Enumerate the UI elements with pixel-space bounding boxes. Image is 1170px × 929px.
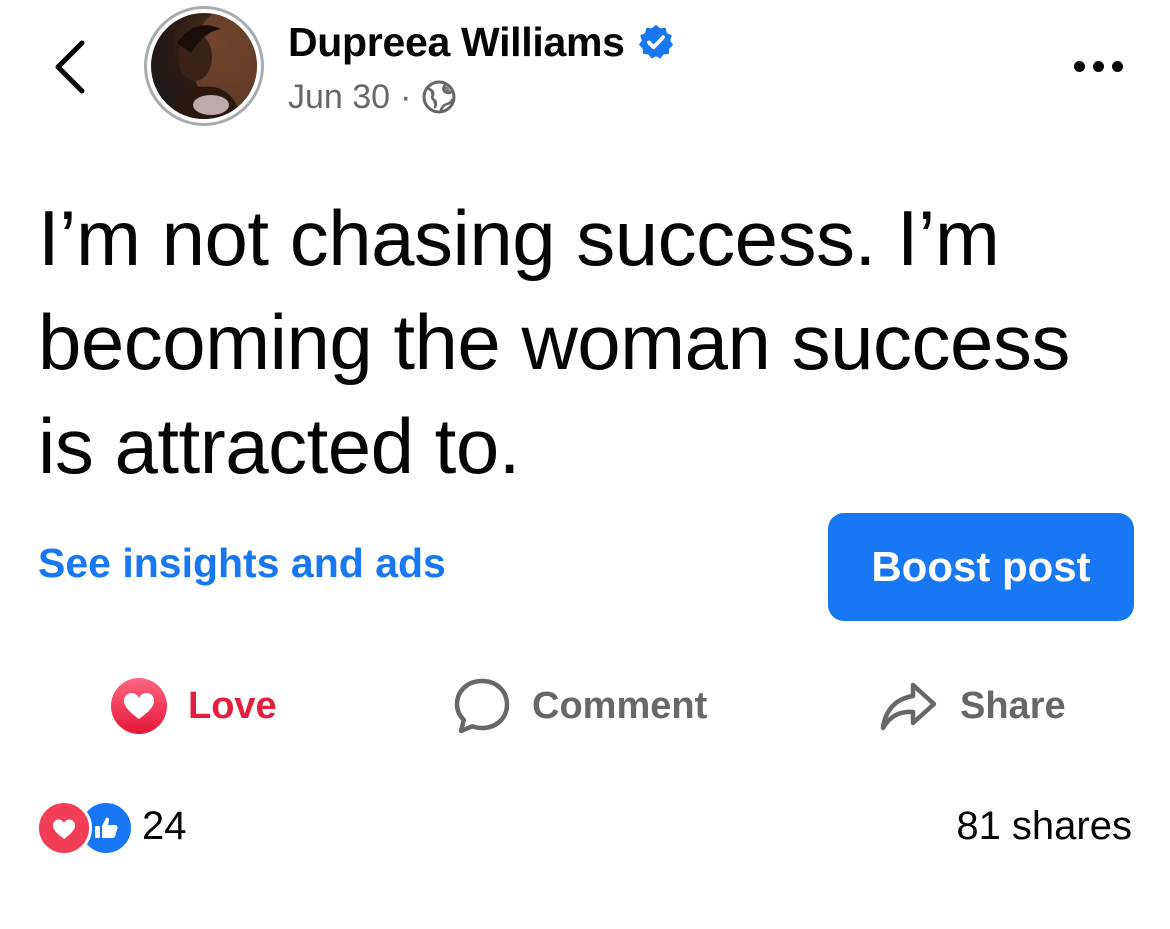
share-label: Share — [960, 684, 1066, 727]
comment-label: Comment — [532, 684, 708, 727]
chevron-left-icon — [55, 40, 85, 94]
author-avatar[interactable] — [144, 6, 264, 126]
boost-post-button[interactable]: Boost post — [828, 513, 1134, 621]
love-label: Love — [188, 684, 277, 727]
comment-bubble-icon — [454, 678, 510, 734]
love-button[interactable]: Love — [110, 668, 277, 744]
verified-badge-icon — [638, 24, 673, 59]
share-arrow-icon — [880, 682, 937, 731]
more-dot — [1092, 60, 1104, 72]
back-button[interactable] — [40, 30, 100, 104]
globe-icon — [422, 80, 456, 114]
share-button[interactable]: Share — [878, 668, 1066, 744]
post-meta: Jun 30 · — [288, 72, 457, 122]
avatar-photo — [151, 13, 257, 119]
see-insights-link[interactable]: See insights and ads — [38, 540, 446, 587]
more-options-button[interactable] — [1066, 48, 1130, 84]
reaction-icons — [36, 798, 134, 856]
heart-reaction-icon — [111, 678, 167, 734]
reactions-summary[interactable]: 24 — [36, 796, 187, 856]
author-row: Dupreea Williams — [288, 14, 675, 70]
shares-count[interactable]: 81 shares — [956, 796, 1132, 856]
meta-separator: · — [400, 77, 412, 116]
post-text: I’m not chasing success. I’m becoming th… — [38, 194, 1070, 490]
more-dot — [1111, 60, 1123, 72]
post-date[interactable]: Jun 30 — [288, 78, 390, 117]
reaction-count: 24 — [142, 803, 187, 848]
author-name[interactable]: Dupreea Williams — [288, 19, 625, 66]
love-reaction-icon — [36, 800, 92, 856]
more-dot — [1073, 60, 1085, 72]
comment-button[interactable]: Comment — [452, 668, 707, 744]
